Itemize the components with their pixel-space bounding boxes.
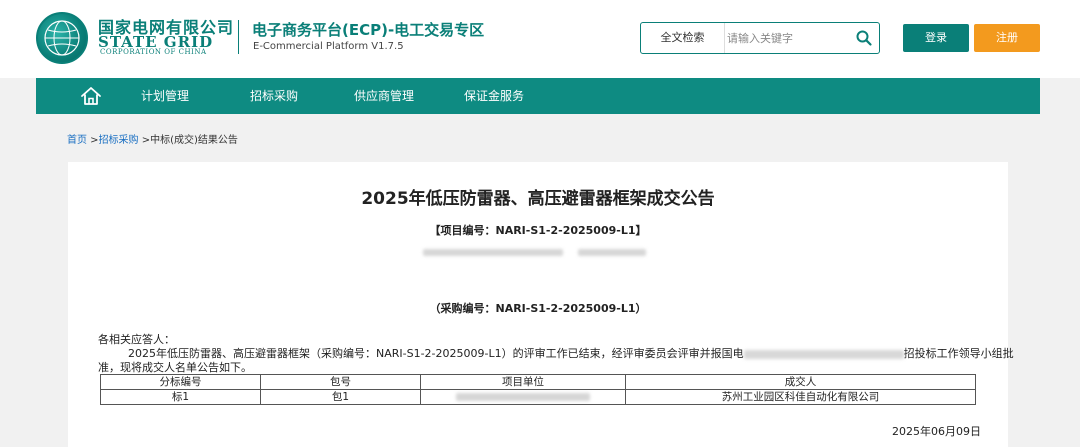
- state-grid-logo[interactable]: [36, 12, 88, 64]
- col-project-unit: 项目单位: [420, 374, 626, 390]
- home-icon[interactable]: [80, 86, 102, 106]
- table-header-row: 分标编号 包号 项目单位 成交人: [100, 374, 976, 390]
- cell-lot: 标1: [100, 389, 261, 405]
- redacted-publisher-date: [423, 246, 648, 258]
- breadcrumb-home[interactable]: 首页: [67, 135, 87, 146]
- search-icon[interactable]: [855, 29, 873, 47]
- project-number: 【项目编号：NARI-S1-2-2025009-L1】: [429, 224, 647, 237]
- notice-paragraph-line1: 2025年低压防雷器、高压避雷器框架（采购编号：NARI-S1-2-202500…: [128, 345, 1014, 361]
- breadcrumb: 首页 >招标采购 >中标(成交)结果公告: [67, 131, 238, 146]
- notice-title: 2025年低压防雷器、高压避雷器框架成交公告: [361, 189, 715, 209]
- result-table: 分标编号 包号 项目单位 成交人 标1 包1 苏州工业园区科佳自动化有限公司: [100, 374, 976, 405]
- breadcrumb-separator: >: [138, 135, 151, 146]
- search-box: 全文检索: [640, 22, 880, 54]
- purchase-number: （采购编号：NARI-S1-2-2025009-L1）: [429, 302, 647, 315]
- platform-version: E-Commercial Platform V1.7.5: [253, 41, 404, 52]
- redacted-org-name: [743, 349, 904, 359]
- cell-package: 包1: [260, 389, 421, 405]
- search-input[interactable]: [727, 27, 847, 49]
- main-nav: 计划管理 招标采购 供应商管理 保证金服务: [36, 78, 1040, 114]
- notice-date: 2025年06月09日: [892, 425, 981, 438]
- top-header: 国家电网有限公司 STATE GRID CORPORATION OF CHINA…: [0, 0, 1080, 78]
- breadcrumb-separator: >: [87, 135, 99, 146]
- notice-paragraph-part2: 招投标工作领导小组批: [903, 347, 1014, 360]
- globe-icon: [44, 20, 80, 56]
- cell-project-unit: [420, 389, 626, 405]
- breadcrumb-tender[interactable]: 招标采购: [99, 135, 139, 146]
- nav-supplier-management[interactable]: 供应商管理: [354, 78, 414, 114]
- notice-paragraph-line2: 准，现将成交人名单公告如下。: [98, 361, 252, 374]
- cell-winner: 苏州工业园区科佳自动化有限公司: [625, 389, 976, 405]
- breadcrumb-current: 中标(成交)结果公告: [150, 135, 238, 146]
- table-row: 标1 包1 苏州工业园区科佳自动化有限公司: [100, 389, 976, 405]
- company-name-en-sub: CORPORATION OF CHINA: [100, 48, 207, 56]
- notice-card: 2025年低压防雷器、高压避雷器框架成交公告 【项目编号：NARI-S1-2-2…: [68, 162, 1014, 447]
- nav-deposit-service[interactable]: 保证金服务: [464, 78, 524, 114]
- redacted-project-unit: [456, 392, 590, 401]
- nav-plan-management[interactable]: 计划管理: [141, 78, 189, 114]
- nav-tender-procurement[interactable]: 招标采购: [250, 78, 298, 114]
- login-button[interactable]: 登录: [903, 24, 969, 52]
- search-scope-select[interactable]: 全文检索: [641, 23, 725, 53]
- platform-title: 电子商务平台(ECP)-电工交易专区: [252, 21, 485, 39]
- col-package-number: 包号: [260, 374, 421, 390]
- register-button[interactable]: 注册: [974, 24, 1040, 52]
- col-lot-number: 分标编号: [100, 374, 261, 390]
- col-winner: 成交人: [625, 374, 976, 390]
- header-divider: [238, 20, 239, 54]
